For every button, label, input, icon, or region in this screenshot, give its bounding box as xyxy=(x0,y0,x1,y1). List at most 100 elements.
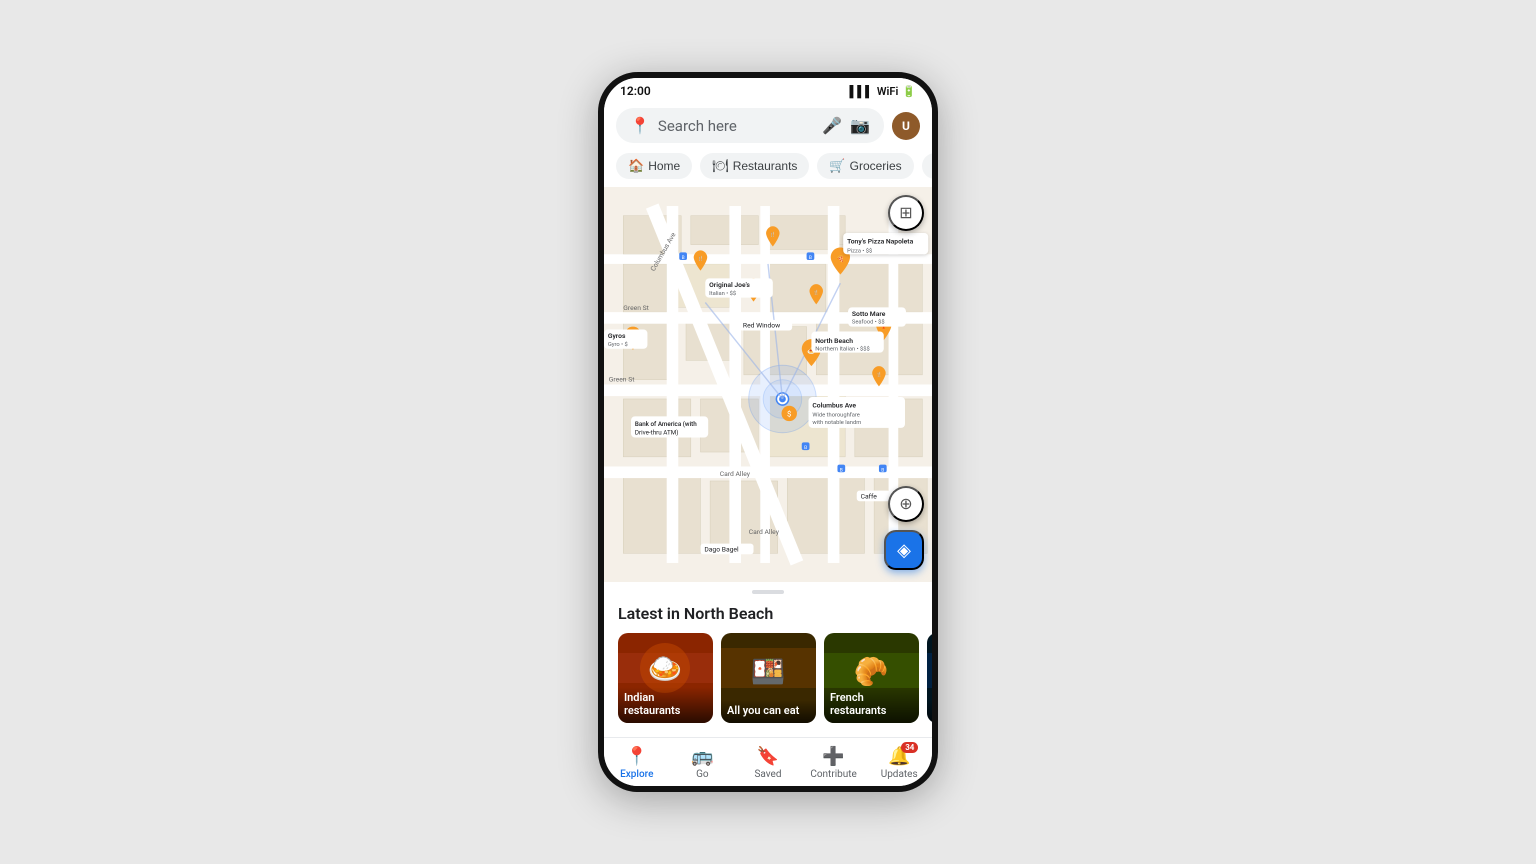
svg-text:with notable landm: with notable landm xyxy=(812,420,861,426)
status-icons: ▌▌▌ WiFi 🔋 xyxy=(849,85,916,98)
svg-text:$: $ xyxy=(787,409,791,418)
card-overlay-french: French restaurants xyxy=(824,687,919,723)
nav-updates-label: Updates xyxy=(881,769,918,780)
nav-go-label: Go xyxy=(696,769,709,780)
saved-icon: 🔖 xyxy=(757,746,779,767)
svg-text:B: B xyxy=(840,467,843,473)
search-input-area[interactable]: 📍 Search here 🎤 📷 xyxy=(616,108,884,143)
svg-text:North Beach: North Beach xyxy=(815,337,853,345)
card-label-indian: Indian restaurants xyxy=(624,691,707,717)
camera-icon[interactable]: 📷 xyxy=(850,116,870,135)
svg-text:🍴: 🍴 xyxy=(813,289,819,296)
sheet-title: Latest in North Beach xyxy=(604,604,932,633)
svg-text:Dago Bagel: Dago Bagel xyxy=(704,545,739,553)
chip-home[interactable]: 🏠 Home xyxy=(616,153,692,179)
svg-text:Bank of America (with: Bank of America (with xyxy=(635,420,697,428)
svg-text:Green St: Green St xyxy=(609,376,635,384)
svg-text:🍛: 🍛 xyxy=(648,652,683,685)
svg-text:Pizza • $$: Pizza • $$ xyxy=(847,247,872,254)
chip-restaurants[interactable]: 🍽 Restaurants xyxy=(700,153,809,179)
card-overlay-cocktail: C… xyxy=(927,700,932,723)
map-area[interactable]: Columbus Ave Green St Card Alley 🍕 xyxy=(604,187,932,582)
nav-updates[interactable]: 🔔 34 Updates xyxy=(866,738,932,786)
chip-gas[interactable]: ⛽ Gas xyxy=(922,153,932,179)
nav-go[interactable]: 🚌 Go xyxy=(670,738,736,786)
svg-text:Gyros: Gyros xyxy=(608,332,626,340)
svg-text:Columbus Ave: Columbus Ave xyxy=(812,402,856,410)
contribute-icon: ➕ xyxy=(822,746,844,767)
svg-text:🍴: 🍴 xyxy=(770,231,776,238)
card-allyoucaneat[interactable]: 🍱 All you can eat xyxy=(721,633,816,723)
user-avatar[interactable]: U xyxy=(892,112,920,140)
explore-icon: 📍 xyxy=(626,746,648,767)
svg-text:Drive-thru ATM): Drive-thru ATM) xyxy=(635,429,679,437)
directions-button[interactable]: ◈ xyxy=(884,530,924,570)
card-cocktail[interactable]: 🍹 C… xyxy=(927,633,932,723)
svg-text:🍱: 🍱 xyxy=(751,655,786,688)
search-bar: 📍 Search here 🎤 📷 U xyxy=(604,102,932,149)
chip-restaurants-label: Restaurants xyxy=(733,159,798,173)
nav-contribute-label: Contribute xyxy=(810,769,857,780)
my-location-button[interactable]: ⊕ xyxy=(888,486,924,522)
nav-explore-label: Explore xyxy=(620,769,653,780)
svg-text:Tony's Pizza Napoleta: Tony's Pizza Napoleta xyxy=(847,238,913,246)
updates-badge-container: 🔔 34 xyxy=(888,746,910,767)
search-placeholder: Search here xyxy=(658,117,814,135)
svg-text:🍕: 🍕 xyxy=(836,254,844,263)
card-french[interactable]: 🥐 French restaurants xyxy=(824,633,919,723)
mic-icon[interactable]: 🎤 xyxy=(822,116,842,135)
battery-icon: 🔋 xyxy=(902,85,916,98)
svg-text:🍴: 🍴 xyxy=(697,255,703,262)
wifi-icon: WiFi xyxy=(877,85,898,98)
signal-icon: ▌▌▌ xyxy=(849,85,872,98)
go-icon: 🚌 xyxy=(691,746,713,767)
svg-text:Northern Italian • $$$: Northern Italian • $$$ xyxy=(815,346,869,353)
category-cards-row: 🍛 Indian restaurants 🍱 All you can eat xyxy=(604,633,932,737)
svg-text:Seafood • $$: Seafood • $$ xyxy=(852,319,885,326)
groceries-chip-icon: 🛒 xyxy=(829,158,845,174)
svg-text:Sotto Mare: Sotto Mare xyxy=(852,310,886,318)
svg-text:Caffe: Caffe xyxy=(861,492,878,500)
svg-text:Italian • $$: Italian • $$ xyxy=(709,290,736,297)
nav-contribute[interactable]: ➕ Contribute xyxy=(801,738,867,786)
nav-saved[interactable]: 🔖 Saved xyxy=(735,738,801,786)
sheet-handle xyxy=(752,590,784,594)
svg-text:B: B xyxy=(682,255,685,261)
phone-frame: 12:00 ▌▌▌ WiFi 🔋 📍 Search here 🎤 📷 U 🏠 H… xyxy=(598,72,938,792)
maps-logo-icon: 📍 xyxy=(630,116,650,135)
bottom-sheet: Latest in North Beach 🍛 Indian restauran… xyxy=(604,582,932,737)
nav-saved-label: Saved xyxy=(754,769,781,780)
card-overlay-indian: Indian restaurants xyxy=(618,687,713,723)
home-chip-icon: 🏠 xyxy=(628,158,644,174)
svg-text:Red Window: Red Window xyxy=(743,322,780,330)
svg-text:B: B xyxy=(809,255,812,261)
svg-text:Gyro • $: Gyro • $ xyxy=(608,341,628,348)
location-icon: ⊕ xyxy=(899,494,912,514)
chip-groceries-label: Groceries xyxy=(850,159,902,173)
category-chips: 🏠 Home 🍽 Restaurants 🛒 Groceries ⛽ Gas xyxy=(604,149,932,187)
status-bar: 12:00 ▌▌▌ WiFi 🔋 xyxy=(604,78,932,102)
svg-text:🍴: 🍴 xyxy=(876,371,882,378)
layers-button[interactable]: ⊞ xyxy=(888,195,924,231)
layers-icon: ⊞ xyxy=(899,203,912,223)
card-label-french: French restaurants xyxy=(830,691,913,717)
svg-text:Card Alley: Card Alley xyxy=(720,470,751,478)
svg-text:B: B xyxy=(804,445,807,451)
svg-text:🥐: 🥐 xyxy=(854,655,889,688)
directions-icon: ◈ xyxy=(897,540,911,561)
svg-text:Green St: Green St xyxy=(623,304,649,312)
updates-badge: 34 xyxy=(901,742,918,753)
card-indian[interactable]: 🍛 Indian restaurants xyxy=(618,633,713,723)
card-label-allyoucaneat: All you can eat xyxy=(727,704,810,717)
status-time: 12:00 xyxy=(620,84,651,98)
svg-text:Card Alley: Card Alley xyxy=(749,528,780,536)
chip-home-label: Home xyxy=(648,159,680,173)
restaurants-chip-icon: 🍽 xyxy=(712,158,729,174)
svg-text:Original Joe's: Original Joe's xyxy=(709,281,750,289)
bottom-nav: 📍 Explore 🚌 Go 🔖 Saved ➕ Contribute 🔔 34… xyxy=(604,737,932,786)
chip-groceries[interactable]: 🛒 Groceries xyxy=(817,153,913,179)
card-overlay-allyoucaneat: All you can eat xyxy=(721,700,816,723)
nav-explore[interactable]: 📍 Explore xyxy=(604,738,670,786)
svg-text:Wide thoroughfare: Wide thoroughfare xyxy=(812,411,859,418)
svg-text:B: B xyxy=(881,467,884,473)
